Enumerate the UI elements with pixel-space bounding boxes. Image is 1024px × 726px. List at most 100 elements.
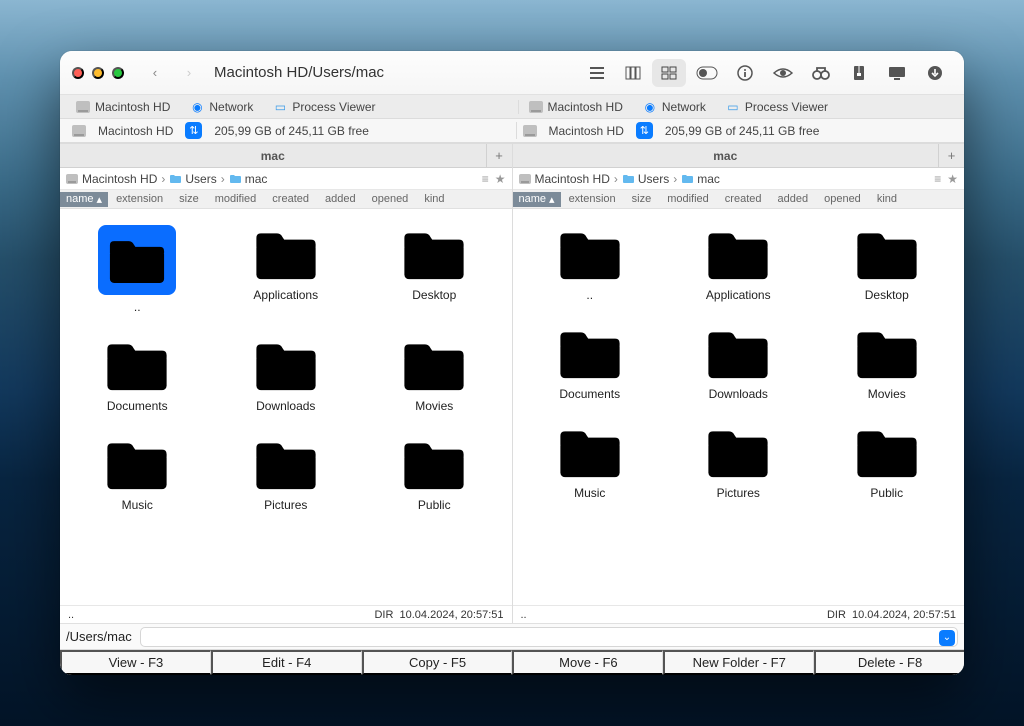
folder-item[interactable]: Downloads	[215, 336, 358, 413]
toolbar-right	[580, 59, 952, 87]
col-added[interactable]: added	[317, 193, 364, 205]
tab[interactable]: mac	[60, 144, 486, 167]
folder-label: Music	[122, 498, 153, 512]
shelf-item-process-viewer[interactable]: ▭Process Viewer	[722, 100, 832, 114]
folder-icon	[555, 324, 625, 382]
shelf-item-hd[interactable]: Macintosh HD	[525, 100, 627, 114]
star-icon[interactable]: ★	[947, 172, 958, 186]
minimize-button[interactable]	[92, 67, 104, 79]
fn-move[interactable]: Move - F6	[512, 650, 663, 675]
file-grid[interactable]: .. Applications Desktop Documents Downlo…	[513, 209, 965, 605]
col-kind[interactable]: kind	[869, 193, 905, 205]
status-dots: ..	[68, 609, 74, 621]
col-size[interactable]: size	[171, 193, 207, 205]
path-input[interactable]: ⌄	[140, 627, 958, 647]
breadcrumb: Macintosh HD›Users›mac≡★	[60, 168, 512, 190]
folder-item[interactable]: ..	[519, 225, 662, 302]
fn-edit[interactable]: Edit - F4	[211, 650, 362, 675]
tab-bar: mac+	[60, 144, 512, 168]
col-size[interactable]: size	[624, 193, 660, 205]
col-opened[interactable]: opened	[364, 193, 417, 205]
col-name[interactable]: name ▴	[513, 192, 561, 207]
disk-name: Macintosh HD	[549, 124, 624, 138]
folder-icon	[555, 225, 625, 283]
folder-icon	[703, 225, 773, 283]
fn-newfolder[interactable]: New Folder - F7	[663, 650, 814, 675]
crumb[interactable]: mac	[245, 172, 268, 186]
zoom-button[interactable]	[112, 67, 124, 79]
folder-item[interactable]: Movies	[363, 336, 506, 413]
folder-item[interactable]: Applications	[667, 225, 810, 302]
folder-item[interactable]: Downloads	[667, 324, 810, 401]
crumb[interactable]: Users	[638, 172, 669, 186]
view-mode-segment	[580, 59, 686, 87]
list-toggle-icon[interactable]: ≡	[482, 172, 489, 186]
folder-item[interactable]: Music	[519, 423, 662, 500]
tab-add[interactable]: +	[938, 144, 964, 167]
col-created[interactable]: created	[717, 193, 770, 205]
tab-add[interactable]: +	[486, 144, 512, 167]
forward-button[interactable]: ›	[176, 60, 202, 86]
archive-button[interactable]	[842, 59, 876, 87]
shelf-item-network[interactable]: ◉Network	[639, 100, 710, 114]
shelf-item-process-viewer[interactable]: ▭Process Viewer	[269, 100, 379, 114]
fn-delete[interactable]: Delete - F8	[814, 650, 964, 675]
fn-view[interactable]: View - F3	[60, 650, 211, 675]
favorites-dropdown[interactable]: ⇅	[636, 122, 653, 139]
binoculars-button[interactable]	[804, 59, 838, 87]
crumb[interactable]: Macintosh HD	[82, 172, 157, 186]
folder-item[interactable]: Applications	[215, 225, 358, 314]
col-opened[interactable]: opened	[816, 193, 869, 205]
shelf-right: Macintosh HD ◉Network ▭Process Viewer	[518, 100, 959, 114]
folder-item[interactable]: Movies	[816, 324, 959, 401]
column-view-button[interactable]	[616, 59, 650, 87]
folder-item[interactable]: Public	[363, 435, 506, 512]
folder-item[interactable]: Documents	[519, 324, 662, 401]
crumb[interactable]: Macintosh HD	[535, 172, 610, 186]
folder-item[interactable]: Pictures	[215, 435, 358, 512]
folder-item[interactable]: Public	[816, 423, 959, 500]
folder-item[interactable]: ..	[66, 225, 209, 314]
col-created[interactable]: created	[264, 193, 317, 205]
status-dots: ..	[521, 609, 527, 621]
col-added[interactable]: added	[770, 193, 817, 205]
shelf-item-network[interactable]: ◉Network	[186, 100, 257, 114]
col-kind[interactable]: kind	[416, 193, 452, 205]
folder-label: Movies	[868, 387, 906, 401]
crumb[interactable]: Users	[185, 172, 216, 186]
folder-item[interactable]: Music	[66, 435, 209, 512]
folder-icon	[251, 435, 321, 493]
quicklook-button[interactable]	[766, 59, 800, 87]
file-manager-window: ‹ › Macintosh HD/Users/mac Macintosh HD …	[60, 51, 964, 675]
star-icon[interactable]: ★	[495, 172, 506, 186]
folder-item[interactable]: Desktop	[816, 225, 959, 302]
list-view-button[interactable]	[580, 59, 614, 87]
back-button[interactable]: ‹	[142, 60, 168, 86]
col-name[interactable]: name ▴	[60, 192, 108, 207]
monitor-icon: ▭	[726, 100, 740, 114]
shelf-item-hd[interactable]: Macintosh HD	[72, 100, 174, 114]
col-extension[interactable]: extension	[108, 193, 171, 205]
folder-item[interactable]: Documents	[66, 336, 209, 413]
file-grid[interactable]: .. Applications Desktop Documents Downlo…	[60, 209, 512, 605]
dual-pane: mac+Macintosh HD›Users›mac≡★name ▴extens…	[60, 143, 964, 623]
close-button[interactable]	[72, 67, 84, 79]
icon-view-button[interactable]	[652, 59, 686, 87]
fn-copy[interactable]: Copy - F5	[362, 650, 513, 675]
toggle-button[interactable]	[690, 59, 724, 87]
desktop-button[interactable]	[880, 59, 914, 87]
path-dropdown-icon[interactable]: ⌄	[939, 630, 955, 646]
col-modified[interactable]: modified	[207, 193, 265, 205]
info-button[interactable]	[728, 59, 762, 87]
folder-item[interactable]: Pictures	[667, 423, 810, 500]
folder-label: Movies	[415, 399, 453, 413]
folder-icon	[703, 423, 773, 481]
crumb[interactable]: mac	[697, 172, 720, 186]
col-extension[interactable]: extension	[561, 193, 624, 205]
list-toggle-icon[interactable]: ≡	[934, 172, 941, 186]
favorites-dropdown[interactable]: ⇅	[185, 122, 202, 139]
eject-button[interactable]	[918, 59, 952, 87]
folder-item[interactable]: Desktop	[363, 225, 506, 314]
col-modified[interactable]: modified	[659, 193, 717, 205]
tab[interactable]: mac	[513, 144, 939, 167]
